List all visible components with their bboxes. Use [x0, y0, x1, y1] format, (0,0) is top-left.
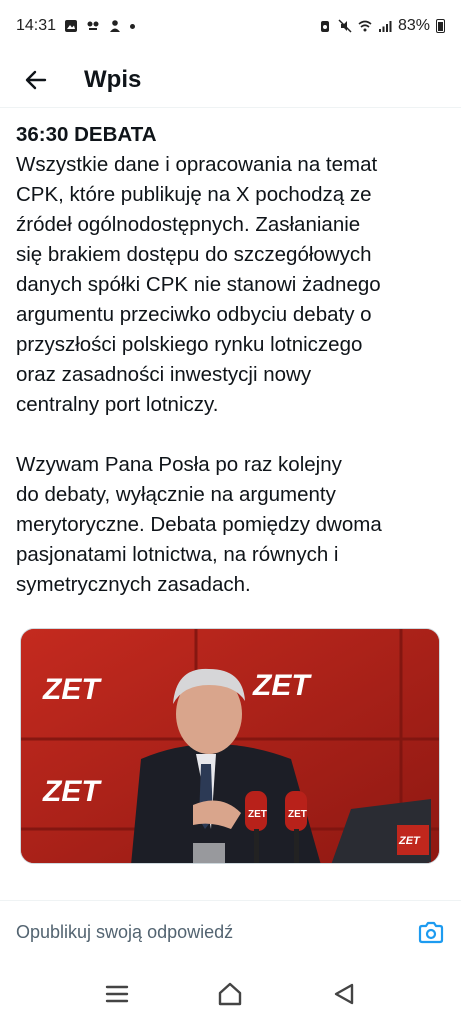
reply-input[interactable] [16, 922, 417, 943]
recents-button[interactable] [97, 974, 137, 1014]
reply-bar [0, 900, 461, 964]
status-right: 83% [318, 17, 445, 35]
status-left: 14:31 [16, 17, 136, 35]
home-icon [219, 982, 242, 1006]
arrow-left-icon [25, 70, 47, 89]
post-line: się brakiem dostępu do szczegółowych [16, 243, 372, 266]
gallery-icon [65, 20, 78, 32]
post-line: do debaty, wyłącznie na argumenty [16, 483, 336, 506]
back-nav-button[interactable] [324, 974, 364, 1014]
zet-logo-small: ZET [398, 835, 421, 847]
post-line: symetrycznych zasadach. [16, 573, 251, 596]
voicemail-icon [87, 21, 99, 30]
post-line: CPK, które publikuję na X pochodzą ze [16, 183, 372, 206]
header: Wpis [0, 52, 461, 108]
post-line: centralny port lotniczy. [16, 393, 219, 416]
battery-percent: 83% [397, 17, 430, 34]
zet-logo: ZET [42, 673, 102, 706]
status-bar: 14:31 83% [0, 0, 461, 52]
zet-logo: ZET [252, 669, 312, 702]
signal-icon [378, 21, 392, 32]
post-body: 36:30 DEBATA Wszystkie dane i opracowani… [16, 120, 446, 630]
post-line: oraz zasadności inwestycji nowy [16, 363, 312, 386]
studio-photo: ZET ZET ZET ZET ZET ZET [21, 629, 439, 863]
post-line: Wszystkie dane i opracowania na temat [16, 153, 378, 176]
post-line: przyszłości polskiego rynku lotniczego [16, 333, 363, 356]
triangle-back-icon [334, 983, 354, 1005]
system-nav-bar [0, 964, 461, 1024]
mic-logo: ZET [248, 809, 267, 820]
post-line: merytoryczne. Debata pomiędzy dwoma [16, 513, 382, 536]
menu-icon [105, 985, 129, 1003]
status-time: 14:31 [16, 17, 57, 34]
post-line: danych spółki CPK nie stanowi żadnego [16, 273, 381, 296]
back-button[interactable] [8, 52, 64, 108]
alarm-icon [320, 21, 329, 32]
post-media-image[interactable]: ZET ZET ZET ZET ZET ZET [20, 628, 440, 864]
mic-logo: ZET [288, 809, 307, 820]
page-title: Wpis [84, 65, 142, 93]
camera-button[interactable] [417, 919, 445, 947]
post-line: Wzywam Pana Posła po raz kolejny [16, 453, 342, 476]
post-title: 36:30 DEBATA [16, 123, 157, 146]
mute-icon [338, 19, 352, 33]
post-line: źródeł ogólnodostępnych. Zasłanianie [16, 213, 361, 236]
battery-icon [436, 19, 445, 33]
person-icon [110, 20, 121, 32]
notification-dot [130, 23, 136, 29]
wifi-icon [358, 20, 372, 32]
post-paragraph-2: Wzywam Pana Posła po raz kolejny do deba… [16, 450, 446, 600]
camera-icon [418, 921, 444, 943]
home-button[interactable] [210, 974, 250, 1014]
post-line: pasjonatami lotnictwa, na równych i [16, 543, 339, 566]
post-line: argumentu przeciwko odbyciu debaty o [16, 303, 372, 326]
zet-logo: ZET [42, 775, 102, 808]
post-paragraph-1: Wszystkie dane i opracowania na temat CP… [16, 150, 446, 420]
